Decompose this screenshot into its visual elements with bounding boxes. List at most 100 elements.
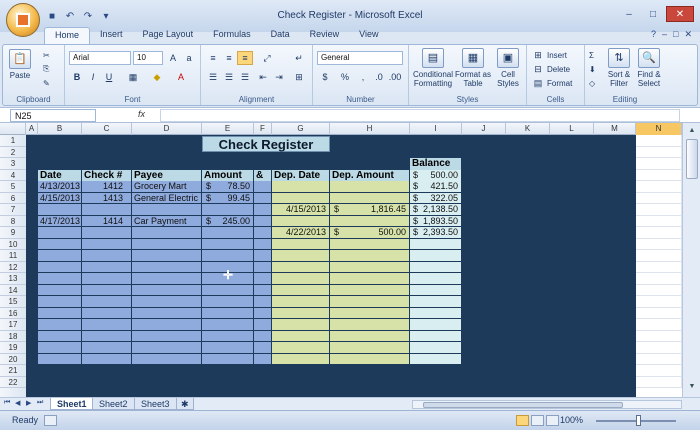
horizontal-scroll-thumb[interactable] xyxy=(423,402,623,408)
ledger-cell-b13[interactable] xyxy=(38,273,81,285)
align-left-icon[interactable]: ☰ xyxy=(205,70,221,84)
grid-cell-n16[interactable] xyxy=(636,307,682,319)
ledger-cell-d7[interactable] xyxy=(132,204,201,216)
ledger-cell-b19[interactable] xyxy=(38,342,81,354)
decrease-indent-icon[interactable]: ⇤ xyxy=(255,70,271,84)
ledger-cell-f7[interactable] xyxy=(254,204,271,216)
deposit-cell-h19[interactable] xyxy=(330,342,409,354)
cell-styles-button[interactable]: ▣ Cell Styles xyxy=(491,48,525,88)
deposit-cell-h6[interactable] xyxy=(330,192,409,204)
row-header-2[interactable]: 2 xyxy=(0,147,26,158)
ledger-cell-e16[interactable] xyxy=(202,307,253,319)
balance-cell-i12[interactable] xyxy=(410,261,461,273)
row-header-16[interactable]: 16 xyxy=(0,308,26,319)
cut-icon[interactable]: ✂ xyxy=(43,48,50,62)
row-header-7[interactable]: 7 xyxy=(0,204,26,216)
column-header-k[interactable]: K xyxy=(506,123,550,135)
tab-review[interactable]: Review xyxy=(300,27,350,44)
row-header-13[interactable]: 13 xyxy=(0,273,26,285)
ledger-cell-e11[interactable] xyxy=(202,250,253,262)
ledger-cell-c19[interactable] xyxy=(82,342,131,354)
page-layout-view-icon[interactable] xyxy=(531,415,544,426)
column-header-a[interactable]: A xyxy=(26,123,38,135)
grid-cell-n14[interactable] xyxy=(636,284,682,296)
office-button[interactable] xyxy=(6,3,40,37)
ledger-cell-c15[interactable] xyxy=(82,296,131,308)
deposit-cell-h8[interactable] xyxy=(330,215,409,227)
deposit-cell-h20[interactable] xyxy=(330,353,409,365)
row-header-5[interactable]: 5 xyxy=(0,181,26,193)
balance-cell-i13[interactable] xyxy=(410,273,461,285)
ledger-cell-e10[interactable] xyxy=(202,238,253,250)
delete-cells-button[interactable]: ⊟ Delete xyxy=(531,62,570,76)
format-as-table-button[interactable]: ▦ Format as Table xyxy=(455,48,491,88)
ledger-cell-f15[interactable] xyxy=(254,296,271,308)
normal-view-icon[interactable] xyxy=(516,415,529,426)
clear-icon[interactable]: ◇ xyxy=(589,76,595,90)
number-format-select[interactable]: General xyxy=(317,51,403,65)
row-header-4[interactable]: 4 xyxy=(0,170,26,181)
column-header-h[interactable]: H xyxy=(330,123,410,135)
grid-cell-n18[interactable] xyxy=(636,330,682,342)
ledger-cell-c18[interactable] xyxy=(82,330,131,342)
ribbon-close-icon[interactable]: ✕ xyxy=(684,29,692,40)
deposit-cell-g6[interactable] xyxy=(272,192,329,204)
ledger-cell-c11[interactable] xyxy=(82,250,131,262)
name-box[interactable]: N25 xyxy=(10,109,96,122)
column-header-m[interactable]: M xyxy=(594,123,636,135)
grow-font-icon[interactable]: A xyxy=(165,51,181,65)
ledger-cell-c16[interactable] xyxy=(82,307,131,319)
ledger-cell-b7[interactable] xyxy=(38,204,81,216)
grid-cell-n7[interactable] xyxy=(636,204,682,216)
fill-icon[interactable]: ⬇ xyxy=(589,62,596,76)
ledger-cell-d10[interactable] xyxy=(132,238,201,250)
deposit-cell-g16[interactable] xyxy=(272,307,329,319)
first-sheet-icon[interactable]: ⏮ xyxy=(4,399,10,407)
zoom-slider-knob[interactable] xyxy=(636,415,641,426)
ledger-cell-b20[interactable] xyxy=(38,353,81,365)
deposit-cell-g18[interactable] xyxy=(272,330,329,342)
ledger-cell-e7[interactable] xyxy=(202,204,253,216)
deposit-cell-g15[interactable] xyxy=(272,296,329,308)
tab-formulas[interactable]: Formulas xyxy=(203,27,261,44)
ledger-cell-f13[interactable] xyxy=(254,273,271,285)
deposit-cell-h13[interactable] xyxy=(330,273,409,285)
balance-cell-i17[interactable] xyxy=(410,319,461,331)
row-header-1[interactable]: 1 xyxy=(0,135,26,147)
format-painter-icon[interactable]: ✎ xyxy=(43,76,50,90)
ledger-cell-e14[interactable] xyxy=(202,284,253,296)
tab-home[interactable]: Home xyxy=(44,27,91,44)
column-header-g[interactable]: G xyxy=(272,123,330,135)
insert-sheet-icon[interactable]: ✱ xyxy=(176,398,194,410)
ledger-cell-c14[interactable] xyxy=(82,284,131,296)
balance-cell-i10[interactable] xyxy=(410,238,461,250)
grid-cell-n1[interactable] xyxy=(636,135,682,147)
ledger-cell-e15[interactable] xyxy=(202,296,253,308)
row-header-11[interactable]: 11 xyxy=(0,250,26,262)
deposit-cell-h18[interactable] xyxy=(330,330,409,342)
grid-cell-n21[interactable] xyxy=(636,365,682,377)
column-header-j[interactable]: J xyxy=(462,123,506,135)
ledger-cell-c12[interactable] xyxy=(82,261,131,273)
close-button[interactable]: ✕ xyxy=(666,6,694,22)
ledger-cell-f17[interactable] xyxy=(254,319,271,331)
row-header-3[interactable]: 3 xyxy=(0,158,26,170)
grid-cell-n19[interactable] xyxy=(636,342,682,354)
vertical-scrollbar[interactable]: ▲ ▼ xyxy=(682,123,700,397)
row-header-8[interactable]: 8 xyxy=(0,216,26,227)
ledger-cell-d14[interactable] xyxy=(132,284,201,296)
deposit-cell-h16[interactable] xyxy=(330,307,409,319)
borders-icon[interactable]: ▦ xyxy=(125,70,141,84)
ledger-cell-b9[interactable] xyxy=(38,227,81,239)
grid-cell-n4[interactable] xyxy=(636,169,682,181)
row-header-6[interactable]: 6 xyxy=(0,193,26,204)
deposit-cell-h11[interactable] xyxy=(330,250,409,262)
grid-cell-n13[interactable] xyxy=(636,273,682,285)
font-color-icon[interactable]: A xyxy=(173,70,189,84)
sheet-tab-2[interactable]: Sheet2 xyxy=(92,398,135,410)
ledger-cell-e18[interactable] xyxy=(202,330,253,342)
grid-cell-n22[interactable] xyxy=(636,376,682,388)
underline-button[interactable]: U xyxy=(101,70,117,84)
fx-icon[interactable]: fx xyxy=(138,109,145,119)
font-size-select[interactable]: 10 xyxy=(133,51,163,65)
